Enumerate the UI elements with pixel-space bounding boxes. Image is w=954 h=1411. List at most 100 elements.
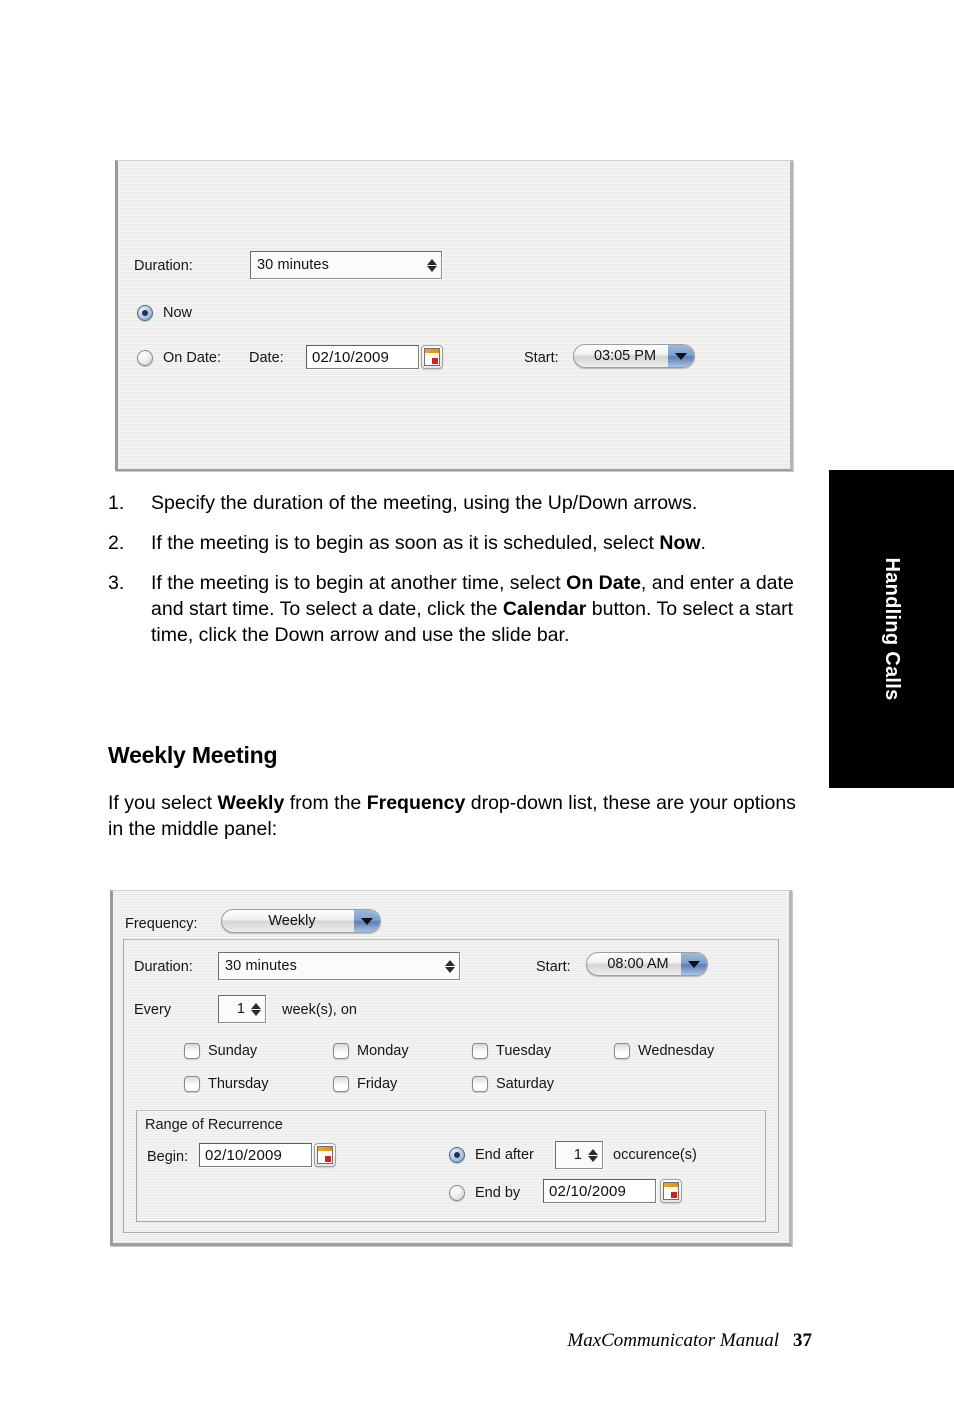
step-text: If the meeting is to begin as soon as it…: [151, 530, 798, 556]
intro-emphasis-weekly: Weekly: [217, 792, 285, 814]
weekly-meeting-dialog: Frequency: Weekly Duration: 30 minutes S…: [110, 890, 792, 1246]
step-text-pre: If the meeting is to begin as soon as it…: [151, 532, 660, 554]
start-time-value: 03:05 PM: [593, 348, 657, 364]
now-label: Now: [163, 305, 193, 321]
stepper-down-icon[interactable]: [445, 966, 455, 973]
step-emphasis: On Date: [566, 572, 641, 594]
duration-stepper[interactable]: 30 minutes: [250, 251, 442, 279]
start-label: Start:: [524, 350, 559, 366]
duration-label: Duration:: [134, 258, 193, 274]
date-label: Date:: [249, 350, 284, 366]
checkbox-thursday[interactable]: [184, 1076, 200, 1092]
calendar-marker: [671, 1192, 677, 1198]
week-interval-stepper-arrows[interactable]: [249, 996, 265, 1022]
duration-stepper-arrows[interactable]: [443, 953, 459, 979]
end-by-label: End by: [475, 1185, 521, 1201]
calendar-header-bar: [425, 349, 439, 353]
radio-on-date[interactable]: [137, 350, 153, 366]
step-emphasis: Calendar: [502, 598, 587, 620]
intro-pre: If you select: [108, 792, 218, 814]
stepper-up-icon[interactable]: [588, 1148, 598, 1155]
step-number: 1.: [108, 492, 125, 514]
numbered-steps: 1. Specify the duration of the meeting, …: [108, 490, 798, 662]
checkbox-friday[interactable]: [333, 1076, 349, 1092]
duration-value: 30 minutes: [225, 958, 297, 974]
calendar-icon[interactable]: [660, 1179, 682, 1203]
calendar-marker: [432, 358, 438, 364]
checkbox-label-monday: Monday: [357, 1043, 409, 1059]
occurrences-stepper[interactable]: 1: [555, 1141, 603, 1169]
range-of-recurrence-panel: Range of Recurrence Begin: 02/10/2009 En…: [136, 1110, 766, 1222]
list-item: 2. If the meeting is to begin as soon as…: [108, 530, 798, 556]
begin-label: Begin:: [147, 1149, 189, 1165]
calendar-glyph: [424, 348, 440, 366]
end-by-date-field[interactable]: 02/10/2009: [543, 1179, 656, 1203]
stepper-down-icon[interactable]: [251, 1009, 261, 1016]
frequency-combo[interactable]: Weekly: [221, 909, 381, 933]
step-number: 3.: [108, 572, 125, 594]
calendar-icon[interactable]: [421, 345, 443, 369]
occurrences-stepper-arrows[interactable]: [586, 1142, 602, 1168]
stepper-up-icon[interactable]: [427, 258, 437, 265]
chevron-down-icon[interactable]: [668, 345, 694, 367]
step-text: Specify the duration of the meeting, usi…: [151, 492, 698, 514]
occurrences-label: occurence(s): [613, 1147, 697, 1163]
radio-end-after[interactable]: [449, 1147, 465, 1163]
weeks-label: week(s), on: [282, 1002, 357, 1018]
step-emphasis: Now: [659, 532, 701, 554]
weekly-options-panel: Duration: 30 minutes Start: 08:00 AM Eve…: [123, 939, 779, 1233]
calendar-glyph: [317, 1146, 333, 1164]
intro-mid: from the: [284, 792, 367, 814]
start-label: Start:: [536, 959, 571, 975]
list-item: 1. Specify the duration of the meeting, …: [108, 490, 798, 516]
checkbox-label-thursday: Thursday: [208, 1076, 269, 1092]
duration-stepper-arrows[interactable]: [425, 252, 441, 278]
footer-manual-title: MaxCommunicator Manual: [567, 1330, 779, 1351]
checkbox-label-sunday: Sunday: [208, 1043, 258, 1059]
stepper-down-icon[interactable]: [588, 1155, 598, 1162]
week-interval-stepper[interactable]: 1: [218, 995, 266, 1023]
list-item: 3. If the meeting is to begin at another…: [108, 570, 798, 648]
date-field[interactable]: 02/10/2009: [306, 345, 419, 369]
chapter-side-tab: Handling Calls: [829, 470, 954, 788]
checkbox-label-tuesday: Tuesday: [496, 1043, 552, 1059]
checkbox-label-saturday: Saturday: [496, 1076, 555, 1092]
checkbox-label-wednesday: Wednesday: [638, 1043, 715, 1059]
step-text-pre: If the meeting is to begin at another ti…: [151, 572, 567, 594]
checkbox-saturday[interactable]: [472, 1076, 488, 1092]
checkbox-monday[interactable]: [333, 1043, 349, 1059]
duration-value: 30 minutes: [257, 257, 329, 273]
page-title: Weekly Meeting: [108, 742, 278, 768]
duration-stepper[interactable]: 30 minutes: [218, 952, 460, 980]
page-footer: MaxCommunicator Manual 37: [0, 1330, 812, 1352]
checkbox-wednesday[interactable]: [614, 1043, 630, 1059]
step-text: If the meeting is to begin at another ti…: [151, 570, 798, 648]
frequency-label: Frequency:: [125, 916, 198, 932]
calendar-glyph: [663, 1182, 679, 1200]
chevron-down-icon[interactable]: [681, 953, 707, 975]
frequency-value: Weekly: [268, 913, 316, 929]
begin-date-field[interactable]: 02/10/2009: [199, 1143, 312, 1167]
on-date-label: On Date:: [163, 350, 222, 366]
checkbox-label-friday: Friday: [357, 1076, 398, 1092]
every-label: Every: [134, 1002, 172, 1018]
intro-paragraph: If you select Weekly from the Frequency …: [108, 790, 798, 842]
radio-now[interactable]: [137, 305, 153, 321]
meeting-schedule-dialog: Duration: 30 minutes Now On Date: Date: …: [115, 160, 793, 471]
calendar-marker: [325, 1156, 331, 1162]
start-time-combo[interactable]: 03:05 PM: [573, 344, 695, 368]
start-time-combo[interactable]: 08:00 AM: [586, 952, 708, 976]
step-number: 2.: [108, 532, 125, 554]
radio-end-by[interactable]: [449, 1185, 465, 1201]
stepper-down-icon[interactable]: [427, 265, 437, 272]
checkbox-tuesday[interactable]: [472, 1043, 488, 1059]
checkbox-sunday[interactable]: [184, 1043, 200, 1059]
intro-emphasis-frequency: Frequency: [366, 792, 466, 814]
stepper-up-icon[interactable]: [445, 959, 455, 966]
stepper-up-icon[interactable]: [251, 1002, 261, 1009]
calendar-icon[interactable]: [314, 1143, 336, 1167]
chevron-down-icon[interactable]: [354, 910, 380, 932]
week-interval-value: 1: [236, 1001, 245, 1017]
start-time-value: 08:00 AM: [607, 956, 669, 972]
chapter-side-tab-label: Handling Calls: [881, 557, 903, 701]
